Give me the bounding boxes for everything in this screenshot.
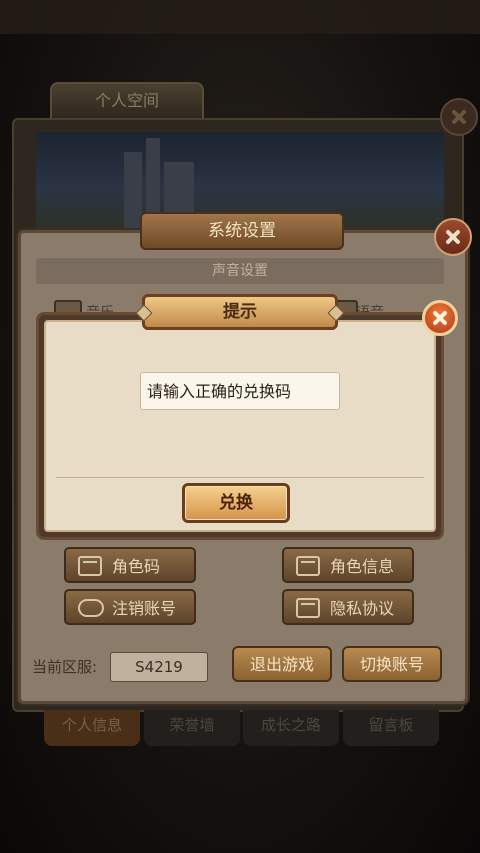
card-icon [78,556,102,576]
privacy-policy-button[interactable]: 隐私协议 [282,589,414,625]
background-close-icon[interactable] [440,98,478,136]
document-icon [296,598,320,618]
sound-settings-header: 声音设置 [36,258,444,284]
current-server-value: S4219 [110,652,208,682]
tab-personal-info[interactable]: 个人信息 [44,710,140,746]
prompt-dialog-title: 提示 [135,294,345,330]
logout-button[interactable]: 退出游戏 [232,646,332,682]
dialog-divider [56,477,424,478]
role-code-button[interactable]: 角色码 [64,547,196,583]
settings-close-icon[interactable] [434,218,472,256]
cancel-account-button[interactable]: 注销账号 [64,589,196,625]
tab-honor-wall[interactable]: 荣誉墙 [144,710,240,746]
prompt-title-text: 提示 [223,302,257,322]
dialog-close-icon[interactable] [422,300,458,336]
card-icon [296,556,320,576]
tab-personal-space[interactable]: 个人空间 [50,82,204,118]
current-server-label: 当前区服: [32,658,98,676]
tab-message-board[interactable]: 留言板 [343,710,439,746]
switch-account-button[interactable]: 切换账号 [342,646,442,682]
gamepad-icon [78,599,104,617]
role-info-button[interactable]: 角色信息 [282,547,414,583]
top-status-bar [0,0,480,34]
prompt-message: 请输入正确的兑换码 [140,372,340,410]
system-settings-title: 系统设置 [140,212,344,250]
redeem-button[interactable]: 兑换 [182,483,290,523]
tab-growth-path[interactable]: 成长之路 [243,710,339,746]
